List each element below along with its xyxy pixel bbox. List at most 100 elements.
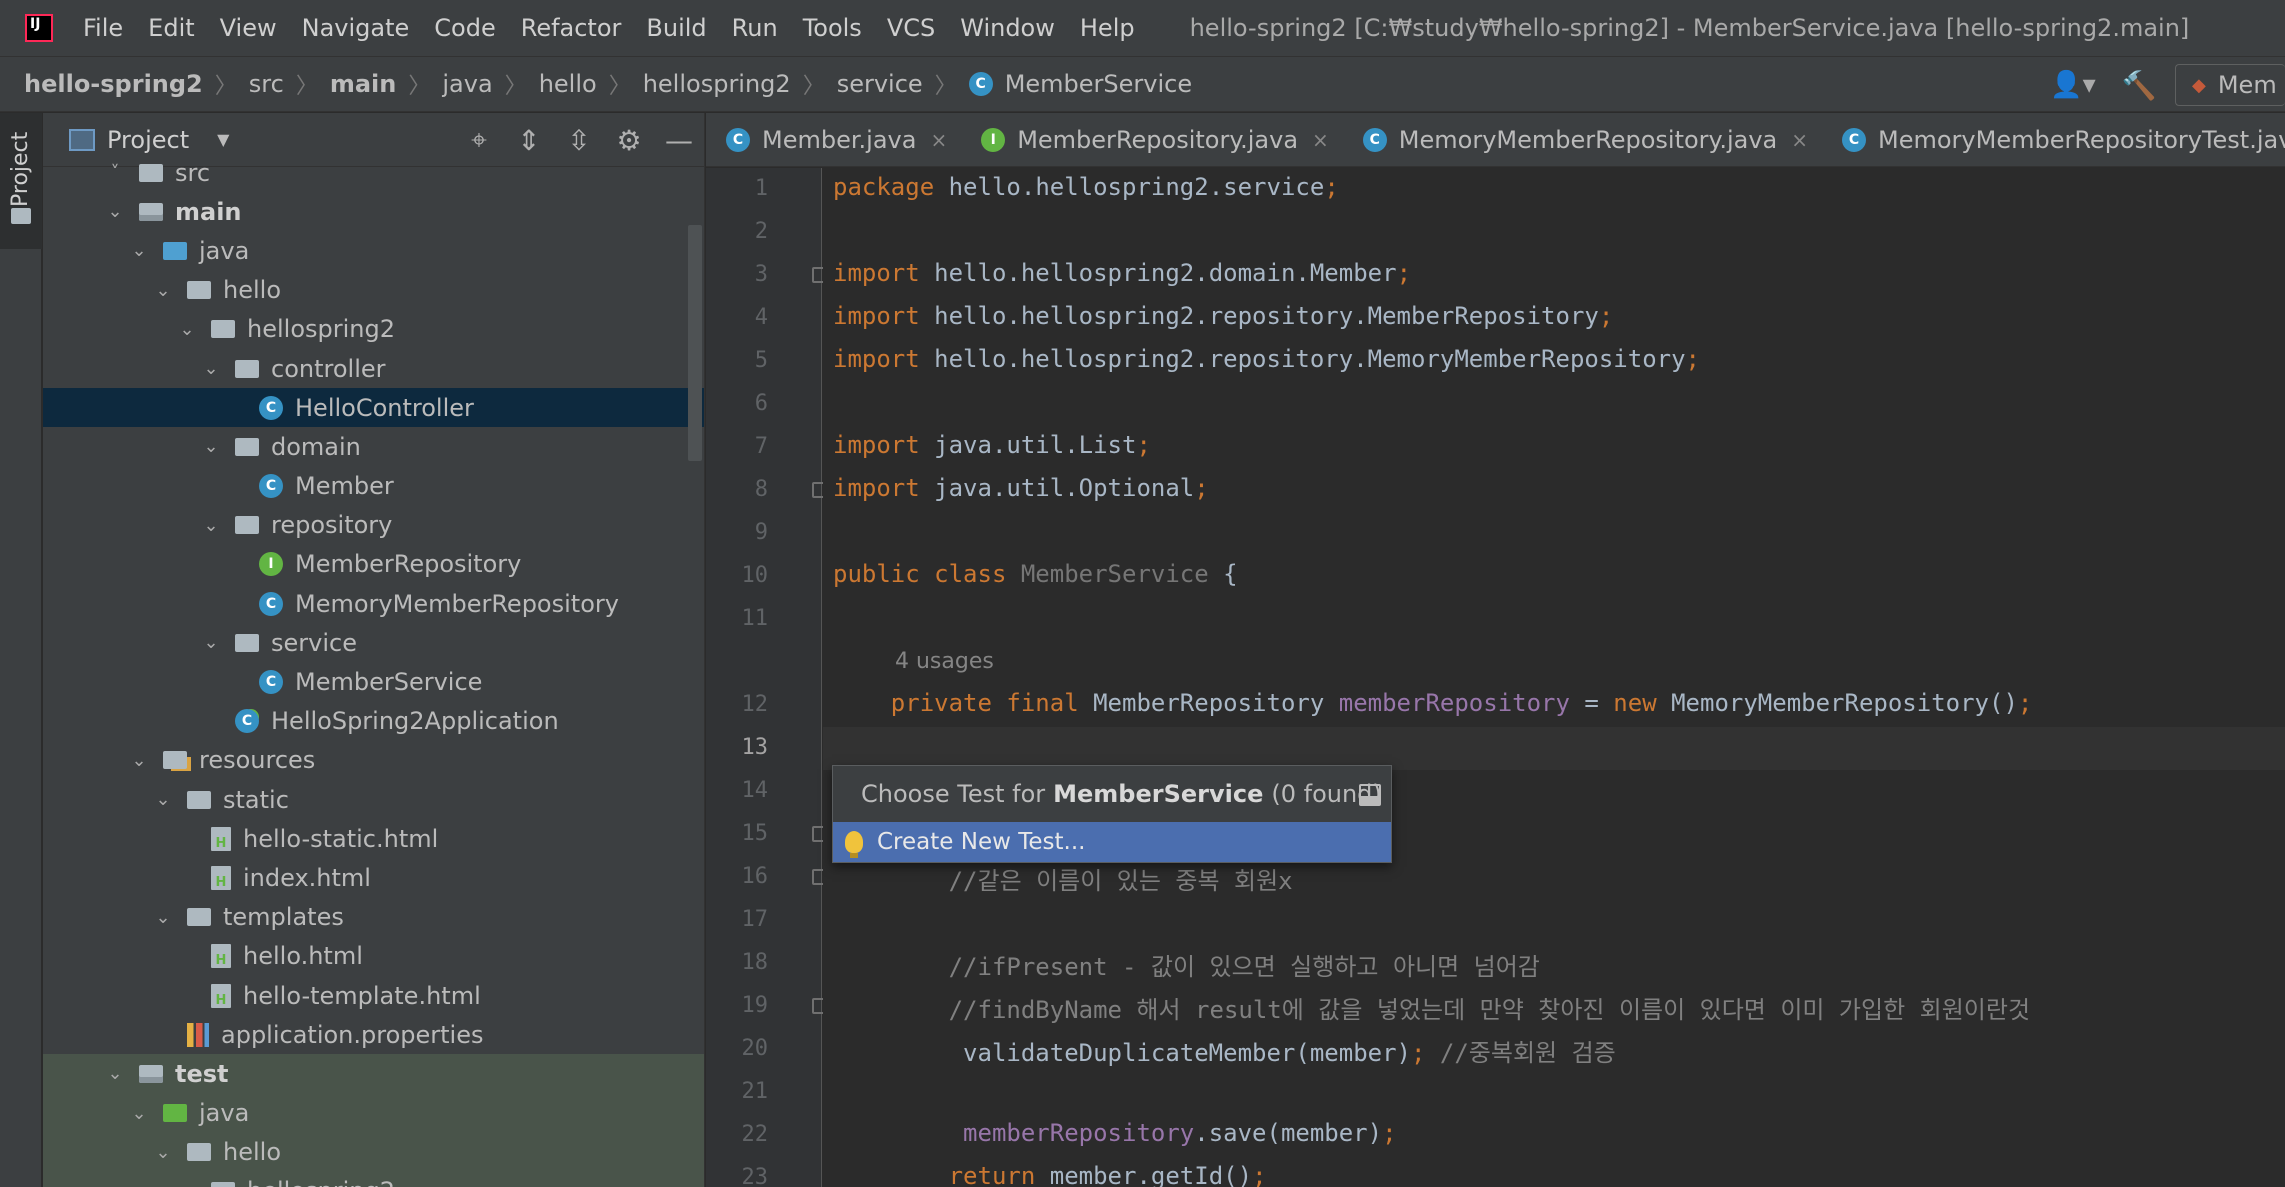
code-token: ; — [2017, 689, 2033, 717]
code-token: new — [1613, 689, 1657, 717]
window-title: hello-spring2 [C:₩study₩hello-spring2] -… — [1189, 14, 2190, 42]
chevron-down-icon[interactable]: ⌄ — [103, 1063, 127, 1084]
chevron-down-icon[interactable]: ⌄ — [199, 515, 223, 536]
menu-refactor[interactable]: Refactor — [521, 14, 622, 42]
chevron-down-icon[interactable]: ⌄ — [127, 240, 151, 261]
chevron-down-icon[interactable]: ˅ — [103, 162, 127, 183]
tree-item[interactable]: C Member — [43, 467, 704, 506]
chevron-down-icon[interactable]: ⌄ — [151, 789, 175, 810]
code-token: . — [1208, 173, 1224, 201]
chevron-down-icon[interactable]: ⌄ — [127, 750, 151, 771]
tree-item[interactable]: C MemoryMemberRepository — [43, 584, 704, 623]
breadcrumb-item[interactable]: java — [442, 70, 492, 98]
breadcrumb-item[interactable]: service — [837, 70, 923, 98]
menu-edit[interactable]: Edit — [148, 14, 194, 42]
tree-item-label: hellospring2 — [247, 1177, 395, 1187]
menu-run[interactable]: Run — [732, 14, 778, 42]
code-token: Optional — [1078, 474, 1195, 502]
code-token: hello — [934, 302, 1007, 330]
tree-item[interactable]: ⌄ java — [43, 231, 704, 270]
menu-navigate[interactable]: Navigate — [302, 14, 410, 42]
breadcrumb-item[interactable]: hello — [539, 70, 597, 98]
popup-title-class: MemberService — [1053, 780, 1264, 808]
chevron-down-icon[interactable]: ⌄ — [199, 632, 223, 653]
line-number: 19 — [741, 993, 769, 1018]
tree-item[interactable]: ⌄ java — [43, 1093, 704, 1133]
chevron-down-icon[interactable]: ⌄ — [199, 358, 223, 379]
chevron-down-icon[interactable]: ⌄ — [151, 280, 175, 301]
breadcrumb-item[interactable]: hello-spring2 — [24, 70, 203, 98]
chevron-down-icon[interactable]: ⌄ — [175, 319, 199, 340]
close-tab-icon[interactable]: × — [1791, 128, 1808, 152]
menu-file[interactable]: File — [83, 14, 123, 42]
tree-item[interactable]: Hhello.html — [43, 937, 704, 976]
menu-vcs[interactable]: VCS — [887, 14, 935, 42]
tree-item[interactable]: I MemberRepository — [43, 545, 704, 584]
tree-item[interactable]: C MemberService — [43, 662, 704, 701]
tree-item-label: MemberRepository — [295, 550, 522, 579]
tree-item[interactable]: Hhello-template.html — [43, 976, 704, 1015]
test-folder-icon — [163, 1104, 187, 1123]
tree-item[interactable]: ⌄ hellospring2 — [43, 310, 704, 349]
tree-item[interactable]: ⌄ hellospring2 — [43, 1171, 704, 1187]
chevron-down-icon[interactable]: ⌄ — [127, 1103, 151, 1124]
editor-tab[interactable]: C Member.java × — [706, 113, 961, 166]
line-number: 16 — [741, 864, 769, 889]
line-number: 20 — [741, 1036, 769, 1061]
tree-item[interactable]: ⌄ main — [43, 192, 704, 231]
project-tool-window-tab[interactable]: Project — [0, 113, 42, 249]
breadcrumb-item[interactable]: hellospring2 — [643, 70, 791, 98]
run-configuration-selector[interactable]: ◆ Mem — [2175, 64, 2285, 106]
chevron-down-icon[interactable]: ▼ — [217, 130, 229, 149]
close-tab-icon[interactable]: × — [930, 128, 947, 152]
editor-tab[interactable]: I MemberRepository.java × — [961, 113, 1343, 166]
menu-view[interactable]: View — [220, 14, 277, 42]
menu-build[interactable]: Build — [646, 14, 706, 42]
menu-code[interactable]: Code — [434, 14, 495, 42]
chevron-down-icon[interactable]: ⌄ — [151, 907, 175, 928]
package-icon — [187, 1143, 211, 1162]
chevron-down-icon[interactable]: ⌄ — [151, 1142, 175, 1163]
tree-item[interactable]: ⌄ hello — [43, 1132, 704, 1172]
user-icon[interactable]: 👤▾ — [2043, 65, 2103, 105]
code-token: () — [1223, 1162, 1253, 1187]
breadcrumb-item[interactable]: main — [330, 70, 397, 98]
tree-item-label: main — [175, 197, 242, 226]
chevron-down-icon[interactable]: ⌄ — [175, 1181, 199, 1187]
tree-item[interactable]: ⌄ domain — [43, 427, 704, 466]
tree-item[interactable]: ˅ src — [43, 153, 704, 192]
code-token: MemoryMemberRepository — [1671, 689, 1989, 717]
hammer-build-icon[interactable]: 🔨 — [2119, 65, 2159, 105]
project-panel-title[interactable]: Project — [107, 126, 189, 154]
create-new-test-item[interactable]: Create New Test... — [833, 822, 1391, 862]
close-tab-icon[interactable]: × — [1312, 128, 1329, 152]
tree-item[interactable]: ⌄ hello — [43, 271, 704, 310]
chevron-down-icon[interactable]: ⌄ — [103, 201, 127, 222]
package-icon — [235, 359, 259, 378]
tree-item[interactable]: C HelloSpring2Application — [43, 702, 704, 741]
tree-item[interactable]: ⌄ test — [43, 1054, 704, 1094]
menu-help[interactable]: Help — [1080, 14, 1135, 42]
tree-item[interactable]: Hindex.html — [43, 858, 704, 897]
chevron-down-icon[interactable]: ⌄ — [199, 436, 223, 457]
menu-tools[interactable]: Tools — [803, 14, 862, 42]
usages-inlay-hint[interactable]: 4 usages — [895, 649, 994, 674]
tree-scrollbar[interactable] — [688, 225, 702, 461]
breadcrumb-item[interactable]: src — [249, 70, 284, 98]
tree-item[interactable]: C HelloController — [43, 388, 704, 428]
editor-tab[interactable]: C MemoryMemberRepository.java × — [1343, 113, 1822, 166]
breadcrumb-item[interactable]: MemberService — [1005, 70, 1192, 98]
pin-window-icon[interactable] — [1359, 784, 1381, 806]
editor-tab[interactable]: CMemoryMemberRepositoryTest.java× — [1822, 113, 2285, 166]
tree-item[interactable]: Hhello-static.html — [43, 819, 704, 858]
tree-item[interactable]: ⌄ service — [43, 623, 704, 662]
tree-item[interactable]: ⌄ templates — [43, 898, 704, 937]
menu-window[interactable]: Window — [960, 14, 1055, 42]
code-editor[interactable]: 4 usages package hello.hellospring2.servi… — [823, 168, 2285, 1187]
tree-item[interactable]: application.properties — [43, 1015, 704, 1054]
tree-item[interactable]: ⌄ controller — [43, 349, 704, 388]
chevron-right-icon: 〉 — [934, 74, 957, 99]
tree-item[interactable]: ⌄ resources — [43, 741, 704, 780]
tree-item[interactable]: ⌄ repository — [43, 506, 704, 545]
tree-item[interactable]: ⌄ static — [43, 780, 704, 819]
